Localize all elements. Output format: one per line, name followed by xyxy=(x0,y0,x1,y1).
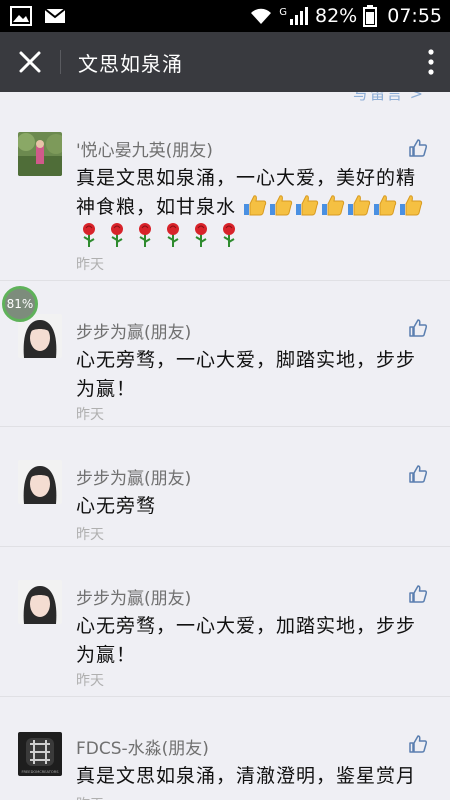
commenter-name[interactable]: '悦心晏九英(朋友) xyxy=(76,136,213,161)
comment-line: 心无旁骛，一心大爱，脚踏实地，步步 xyxy=(76,349,417,371)
signal-icon xyxy=(289,6,309,26)
comment-line: 真是文思如泉涌，清澈澄明，鉴星赏月 xyxy=(76,765,417,787)
image-icon xyxy=(10,6,32,30)
comment-line: 为赢！ xyxy=(76,644,137,666)
comment-text: 真是文思如泉涌，清澈澄明，鉴星赏月 xyxy=(76,762,431,791)
commenter-name[interactable]: 步步为赢(朋友) xyxy=(76,584,191,609)
comment-item: '悦心晏九英(朋友) 真是文思如泉涌，一心大爱，美好的精 神食粮，如甘泉水 昨天 xyxy=(0,114,450,281)
avatar[interactable] xyxy=(18,132,62,176)
thumbs-up-emoji-icon xyxy=(322,195,345,216)
thumbs-up-emoji-icon xyxy=(374,195,397,216)
thumbs-up-icon xyxy=(409,735,428,753)
close-button[interactable] xyxy=(14,46,46,78)
comment-time: 昨天 xyxy=(76,794,104,800)
thumbs-up-emoji-icon xyxy=(296,195,319,216)
thumbs-up-emoji-icon xyxy=(348,195,371,216)
commenter-name[interactable]: FDCS-水淼(朋友) xyxy=(76,734,209,759)
thumbs-up-icon xyxy=(409,465,428,483)
comment-item: FREEDOMCREATORS FDCS-水淼(朋友) 真是文思如泉涌，清澈澄明… xyxy=(0,696,450,800)
rose-emoji-icon xyxy=(223,223,235,247)
comment-line: 神食粮，如甘泉水 xyxy=(76,193,431,222)
comment-item: 步步为赢(朋友) 心无旁骛，一心大爱，加踏实地，步步 为赢！ 昨天 xyxy=(0,546,450,697)
commenter-name[interactable]: 步步为赢(朋友) xyxy=(76,318,191,343)
mail-icon xyxy=(44,6,66,30)
rose-emoji-icon xyxy=(195,223,207,247)
avatar[interactable] xyxy=(18,460,62,504)
commenter-name[interactable]: 步步为赢(朋友) xyxy=(76,464,191,489)
battery-icon xyxy=(363,5,378,27)
like-button[interactable] xyxy=(408,464,428,484)
rose-emoji-icon xyxy=(139,223,151,247)
comment-line: 心无旁骛 xyxy=(76,495,157,517)
comment-line-text: 神食粮，如甘泉水 xyxy=(76,196,237,218)
close-icon xyxy=(19,51,41,73)
page-title: 文思如泉涌 xyxy=(78,52,183,76)
floating-progress-badge[interactable]: 81% xyxy=(2,286,38,322)
thumbs-up-icon xyxy=(409,585,428,603)
comment-text: 心无旁骛 xyxy=(76,492,431,521)
thumbs-up-icon xyxy=(409,139,428,157)
network-type: G xyxy=(279,6,287,18)
comment-text: 真是文思如泉涌，一心大爱，美好的精 神食粮，如甘泉水 xyxy=(76,164,431,252)
comment-line: 为赢！ xyxy=(76,378,137,400)
rose-emoji-icon xyxy=(111,223,123,247)
comment-time: 昨天 xyxy=(76,407,104,423)
avatar[interactable] xyxy=(18,580,62,624)
comment-item: 步步为赢(朋友) 心无旁骛，一心大爱，脚踏实地，步步 为赢！ 昨天 xyxy=(0,280,450,427)
like-button[interactable] xyxy=(408,734,428,754)
comment-list[interactable]: 写留言 > '悦心晏九英(朋友) 真是文思如泉涌，一心大爱，美好的精 神食粮，如… xyxy=(0,92,450,800)
comment-line: 真是文思如泉涌，一心大爱，美好的精 xyxy=(76,167,417,189)
wifi-icon xyxy=(249,7,273,25)
comment-text: 心无旁骛，一心大爱，加踏实地，步步 为赢！ xyxy=(76,612,431,670)
like-button[interactable] xyxy=(408,584,428,604)
more-icon xyxy=(428,49,434,75)
comment-time: 昨天 xyxy=(76,673,104,689)
like-button[interactable] xyxy=(408,318,428,338)
status-bar: G 82% 07:55 xyxy=(0,0,450,32)
avatar[interactable]: FREEDOMCREATORS xyxy=(18,732,62,776)
thumbs-up-emoji-icon xyxy=(400,195,423,216)
comment-text: 心无旁骛，一心大爱，脚踏实地，步步 为赢！ xyxy=(76,346,431,404)
thumbs-up-emoji-icon xyxy=(244,195,267,216)
avatar-logo-text: FREEDOMCREATORS xyxy=(21,770,59,774)
comment-time: 昨天 xyxy=(76,257,104,273)
rose-emoji-icon xyxy=(167,223,179,247)
thumbs-emoji-group xyxy=(236,195,425,218)
more-button[interactable] xyxy=(426,48,436,76)
rose-emoji-icon xyxy=(83,223,95,247)
write-comment-link[interactable]: 写留言 > xyxy=(353,92,425,104)
comment-time: 昨天 xyxy=(76,527,104,543)
battery-level: 82% xyxy=(315,5,358,27)
thumbs-up-icon xyxy=(409,319,428,337)
like-button[interactable] xyxy=(408,138,428,158)
clock: 07:55 xyxy=(387,5,442,27)
rose-emoji-group xyxy=(76,222,431,252)
comment-line: 心无旁骛，一心大爱，加踏实地，步步 xyxy=(76,615,417,637)
title-divider xyxy=(60,50,61,74)
title-bar: 文思如泉涌 xyxy=(0,32,450,92)
comment-item: 步步为赢(朋友) 心无旁骛 昨天 xyxy=(0,426,450,547)
thumbs-up-emoji-icon xyxy=(270,195,293,216)
